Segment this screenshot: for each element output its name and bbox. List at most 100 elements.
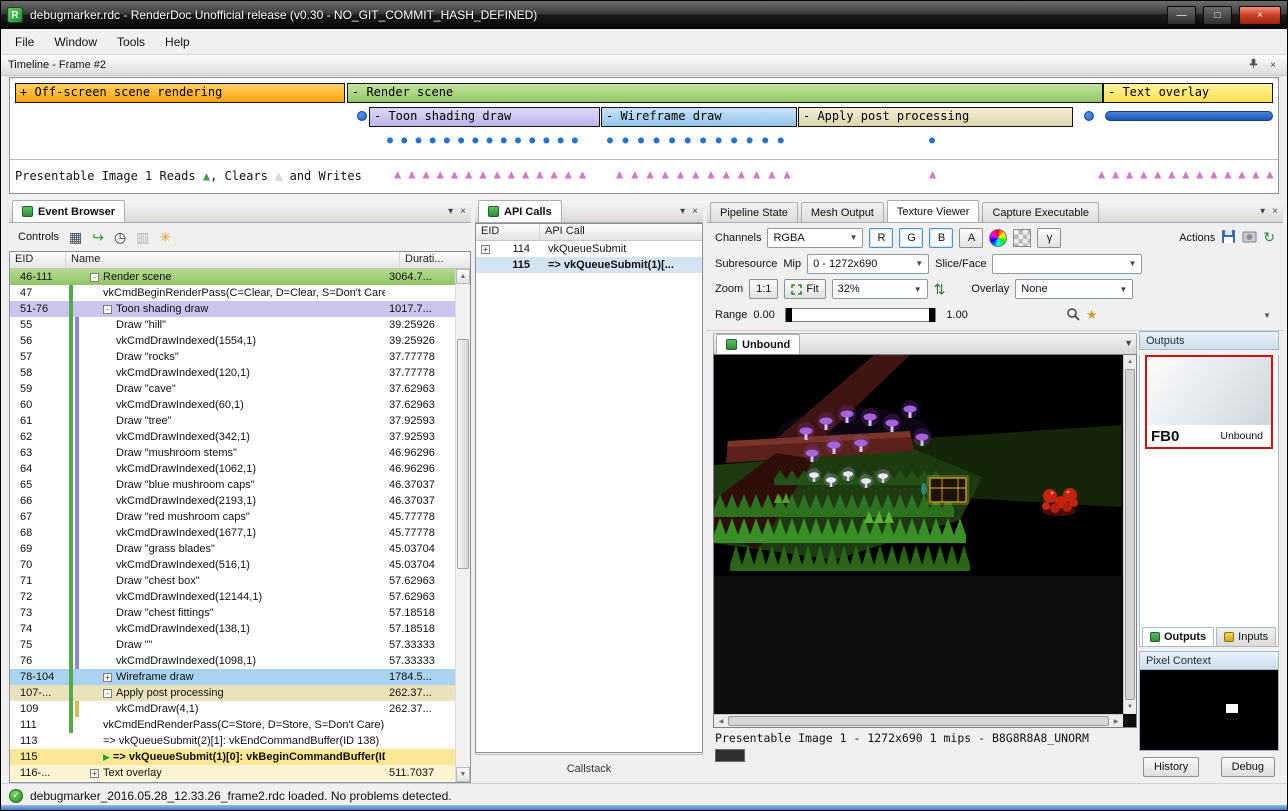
event-row[interactable]: 68vkCmdDrawIndexed(1677,1)45.77778 bbox=[10, 525, 455, 541]
event-row[interactable]: 111vkCmdEndRenderPass(C=Store, D=Store, … bbox=[10, 717, 455, 733]
close-icon[interactable]: × bbox=[1266, 60, 1280, 71]
flip-vertical-icon[interactable]: ⇅ bbox=[934, 281, 946, 298]
tab-outputs[interactable]: Outputs bbox=[1142, 627, 1214, 646]
write-markers-group3[interactable]: ▲ bbox=[929, 167, 943, 181]
scroll-left-icon[interactable]: ◀ bbox=[715, 715, 727, 727]
column-duration[interactable]: Durati... bbox=[400, 252, 470, 268]
event-dot[interactable] bbox=[1084, 111, 1094, 121]
event-browser-scrollbar[interactable]: ▲ ▼ bbox=[455, 269, 470, 782]
event-row[interactable]: 59Draw "cave"37.62963 bbox=[10, 381, 455, 397]
event-row[interactable]: 63Draw "mushroom stems"46.96296 bbox=[10, 445, 455, 461]
menu-file[interactable]: File bbox=[5, 31, 44, 53]
tab-texture-viewer[interactable]: Texture Viewer bbox=[887, 200, 980, 222]
channel-a-button[interactable]: A bbox=[959, 228, 983, 248]
close-icon[interactable]: × bbox=[692, 205, 698, 219]
filter-grid-icon[interactable]: ▦ bbox=[69, 229, 82, 245]
overflow-chevron-icon[interactable]: ▼ bbox=[1259, 311, 1275, 320]
api-call-row[interactable]: +114vkQueueSubmit bbox=[476, 241, 702, 257]
refresh-icon[interactable]: ↻ bbox=[1263, 229, 1275, 246]
event-row[interactable]: 62vkCmdDrawIndexed(342,1)37.92593 bbox=[10, 429, 455, 445]
rendered-scene-image[interactable] bbox=[714, 355, 1121, 576]
timeline-bar-toon[interactable]: - Toon shading draw bbox=[369, 107, 600, 127]
event-row[interactable]: 67Draw "red mushroom caps"45.77778 bbox=[10, 509, 455, 525]
tree-expander-icon[interactable]: - bbox=[103, 689, 112, 698]
event-dot[interactable] bbox=[357, 111, 367, 121]
texture-vertical-scrollbar[interactable]: ▲ ▼ bbox=[1123, 355, 1136, 714]
range-slider[interactable] bbox=[785, 308, 937, 322]
zoom-fit-button[interactable]: Fit bbox=[784, 279, 825, 299]
menu-tools[interactable]: Tools bbox=[107, 31, 155, 53]
event-row[interactable]: 61Draw "tree"37.92593 bbox=[10, 413, 455, 429]
mip-select[interactable]: 0 - 1272x690▼ bbox=[807, 254, 929, 274]
timeline-bar-text-overlay[interactable]: - Text overlay bbox=[1103, 83, 1273, 103]
column-name[interactable]: Name bbox=[66, 252, 400, 268]
event-row[interactable]: 115▶=> vkQueueSubmit(1)[0]: vkBeginComma… bbox=[10, 749, 455, 765]
tree-expander-icon[interactable]: + bbox=[90, 769, 99, 778]
tab-api-calls[interactable]: API Calls bbox=[478, 200, 562, 222]
zoom-range-icon[interactable] bbox=[1066, 307, 1080, 324]
event-row[interactable]: 107-...-Apply post processing262.37... bbox=[10, 685, 455, 701]
chevron-down-icon[interactable]: ▾ bbox=[448, 205, 453, 219]
column-api-call[interactable]: API Call bbox=[540, 224, 702, 240]
scrollbar-thumb[interactable] bbox=[728, 716, 1109, 726]
read-marker-icon[interactable]: ▲ bbox=[203, 169, 210, 183]
chevron-down-icon[interactable]: ▾ bbox=[1260, 205, 1265, 219]
event-row[interactable]: 55Draw "hill"39.25926 bbox=[10, 317, 455, 333]
chevron-down-icon[interactable]: ▼ bbox=[1124, 338, 1133, 348]
column-eid[interactable]: EID bbox=[10, 252, 66, 268]
timeline-bar-wireframe[interactable]: - Wireframe draw bbox=[601, 107, 797, 127]
event-row[interactable]: 74vkCmdDrawIndexed(138,1)57.18518 bbox=[10, 621, 455, 637]
event-row[interactable]: 116-...+Text overlay511.7037 bbox=[10, 765, 455, 781]
scroll-right-icon[interactable]: ▶ bbox=[1110, 715, 1122, 727]
channel-r-button[interactable]: R bbox=[869, 228, 893, 248]
scroll-down-icon[interactable]: ▼ bbox=[1124, 701, 1136, 713]
clock-icon[interactable]: ◷ bbox=[114, 229, 126, 245]
text-overlay-events-pill[interactable] bbox=[1105, 111, 1273, 121]
tree-expander-icon[interactable]: + bbox=[481, 245, 490, 254]
pixel-context-view[interactable] bbox=[1139, 670, 1279, 751]
autofit-wand-icon[interactable]: ★ bbox=[1086, 307, 1098, 323]
bookmark-star-icon[interactable]: ✳ bbox=[159, 229, 171, 245]
scroll-down-icon[interactable]: ▼ bbox=[456, 767, 470, 782]
range-max-handle[interactable] bbox=[929, 308, 935, 322]
scroll-up-icon[interactable]: ▲ bbox=[1124, 356, 1136, 368]
texture-horizontal-scrollbar[interactable]: ◀ ▶ bbox=[714, 714, 1123, 727]
scrollbar-thumb[interactable] bbox=[1125, 369, 1135, 700]
channel-g-button[interactable]: G bbox=[899, 228, 923, 248]
history-button[interactable]: History bbox=[1143, 757, 1199, 777]
postproc-event-dot[interactable]: ● bbox=[929, 135, 943, 146]
jump-arrow-icon[interactable]: ↪ bbox=[92, 229, 104, 245]
event-row[interactable]: 69Draw "grass blades"45.03704 bbox=[10, 541, 455, 557]
save-icon[interactable] bbox=[1221, 229, 1236, 247]
column-eid[interactable]: EID bbox=[476, 224, 540, 240]
tab-event-browser[interactable]: Event Browser bbox=[12, 200, 125, 222]
event-row[interactable]: 64vkCmdDrawIndexed(1062,1)46.96296 bbox=[10, 461, 455, 477]
event-row[interactable]: 65Draw "blue mushroom caps"46.37037 bbox=[10, 477, 455, 493]
chevron-down-icon[interactable]: ▾ bbox=[680, 205, 685, 219]
event-row[interactable]: 70vkCmdDrawIndexed(516,1)45.03704 bbox=[10, 557, 455, 573]
tree-expander-icon[interactable]: - bbox=[103, 305, 112, 314]
color-wheel-icon[interactable] bbox=[989, 229, 1007, 247]
write-markers-group1[interactable]: ▲▲▲▲▲▲▲▲▲▲▲▲▲▲ bbox=[394, 167, 593, 181]
event-row[interactable]: 109vkCmdDraw(4,1)262.37... bbox=[10, 701, 455, 717]
minimize-button[interactable]: — bbox=[1167, 6, 1196, 25]
menu-help[interactable]: Help bbox=[155, 31, 200, 53]
event-row[interactable]: 66vkCmdDrawIndexed(2193,1)46.37037 bbox=[10, 493, 455, 509]
texture-view[interactable]: ▲ ▼ ◀ ▶ bbox=[713, 354, 1137, 728]
zoom-1to1-button[interactable]: 1:1 bbox=[749, 279, 778, 299]
close-button[interactable]: × bbox=[1239, 6, 1281, 25]
timeline-bar-render-scene[interactable]: - Render scene bbox=[347, 83, 1103, 103]
channel-b-button[interactable]: B bbox=[929, 228, 953, 248]
event-row[interactable]: 76vkCmdDrawIndexed(1098,1)57.33333 bbox=[10, 653, 455, 669]
chart-icon[interactable]: ▥ bbox=[136, 229, 149, 245]
checkerboard-icon[interactable] bbox=[1013, 229, 1031, 247]
scrollbar-thumb[interactable] bbox=[457, 339, 469, 569]
close-icon[interactable]: × bbox=[460, 205, 466, 219]
pin-icon[interactable] bbox=[1246, 58, 1260, 72]
event-row[interactable]: 78-104+Wireframe draw1784.5... bbox=[10, 669, 455, 685]
range-min-handle[interactable] bbox=[786, 308, 792, 322]
menu-window[interactable]: Window bbox=[44, 31, 107, 53]
event-row[interactable]: 75Draw ""57.33333 bbox=[10, 637, 455, 653]
tab-pipeline-state[interactable]: Pipeline State bbox=[710, 202, 798, 222]
scroll-up-icon[interactable]: ▲ bbox=[456, 269, 470, 284]
